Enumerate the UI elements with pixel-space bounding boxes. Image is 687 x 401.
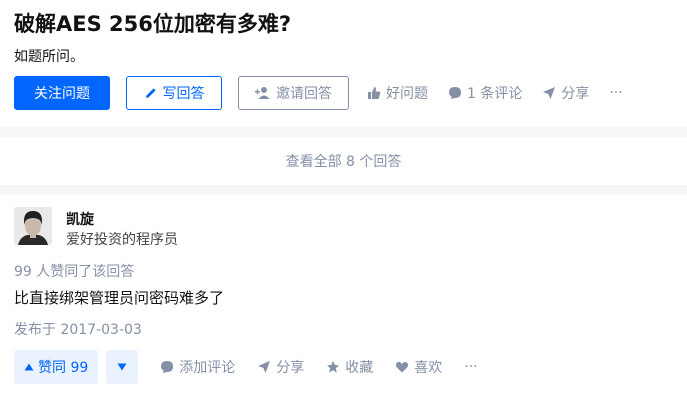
more-icon: ··· — [464, 359, 478, 375]
question-card: 破解AES 256位加密有多难? 如题所问。 关注问题 写回答 邀请回答 好问题… — [0, 0, 687, 127]
question-more-button[interactable]: ··· — [609, 85, 622, 101]
triangle-up-icon — [24, 363, 34, 371]
question-title: 破解AES 256位加密有多难? — [14, 12, 292, 36]
good-question-label: 好问题 — [386, 86, 428, 102]
vote-summary: 99 人赞同了该回答 — [14, 264, 135, 280]
collect-label: 收藏 — [345, 360, 374, 376]
add-comment-label: 添加评论 — [179, 360, 236, 376]
publish-time[interactable]: 发布于 2017-03-03 — [14, 319, 142, 339]
question-description: 如题所问。 — [14, 49, 84, 65]
pencil-icon — [145, 88, 156, 98]
answer-actions: 赞同 99 添加评论 分享 收藏 喜欢 ··· — [14, 350, 478, 384]
like-button[interactable]: 喜欢 — [395, 357, 442, 377]
downvote-button[interactable] — [106, 350, 139, 384]
author-bio: 爱好投资的程序员 — [66, 232, 178, 248]
comment-icon — [449, 87, 461, 99]
upvote-button[interactable]: 赞同 99 — [14, 350, 99, 384]
answer-more-button[interactable]: ··· — [464, 359, 477, 375]
upvote-label: 赞同 99 — [38, 360, 89, 376]
avatar-portrait-icon — [14, 207, 52, 245]
collect-button[interactable]: 收藏 — [326, 357, 373, 377]
share-icon — [543, 87, 556, 99]
author-info: 凯旋 爱好投资的程序员 — [66, 207, 178, 250]
answer-share-label: 分享 — [276, 360, 305, 376]
star-icon — [327, 361, 340, 373]
add-user-icon — [255, 87, 270, 99]
question-share-label: 分享 — [561, 86, 590, 102]
answer-card: 凯旋 爱好投资的程序员 99 人赞同了该回答 比直接绑架管理员问密码难多了 发布… — [0, 195, 687, 401]
question-comments-button[interactable]: 1 条评论 — [448, 83, 522, 103]
answer-author: 凯旋 爱好投资的程序员 — [14, 207, 178, 250]
write-answer-label: 写回答 — [162, 86, 205, 102]
share-icon — [258, 361, 271, 373]
more-icon: ··· — [609, 85, 623, 101]
add-comment-button[interactable]: 添加评论 — [160, 357, 235, 377]
invite-answer-label: 邀请回答 — [276, 86, 332, 102]
heart-icon — [396, 361, 409, 373]
view-all-answers-label: 查看全部 8 个回答 — [285, 154, 402, 170]
author-name[interactable]: 凯旋 — [66, 210, 178, 230]
question-actions: 关注问题 写回答 邀请回答 好问题 1 条评论 分享 ··· — [14, 76, 677, 110]
triangle-down-icon — [117, 363, 127, 371]
avatar[interactable] — [14, 207, 52, 245]
question-comments-label: 1 条评论 — [467, 86, 523, 102]
good-question-button[interactable]: 好问题 — [367, 83, 428, 103]
follow-question-label: 关注问题 — [34, 86, 90, 102]
like-label: 喜欢 — [414, 360, 443, 376]
answer-content: 比直接绑架管理员问密码难多了 — [14, 289, 225, 307]
write-answer-button[interactable]: 写回答 — [126, 76, 222, 110]
invite-answer-button[interactable]: 邀请回答 — [238, 76, 349, 110]
follow-question-button[interactable]: 关注问题 — [14, 76, 110, 110]
comment-icon — [161, 361, 174, 373]
question-share-button[interactable]: 分享 — [542, 83, 589, 103]
view-all-answers-link[interactable]: 查看全部 8 个回答 — [0, 137, 687, 185]
answer-share-button[interactable]: 分享 — [257, 357, 304, 377]
thumbs-up-icon — [368, 87, 381, 99]
